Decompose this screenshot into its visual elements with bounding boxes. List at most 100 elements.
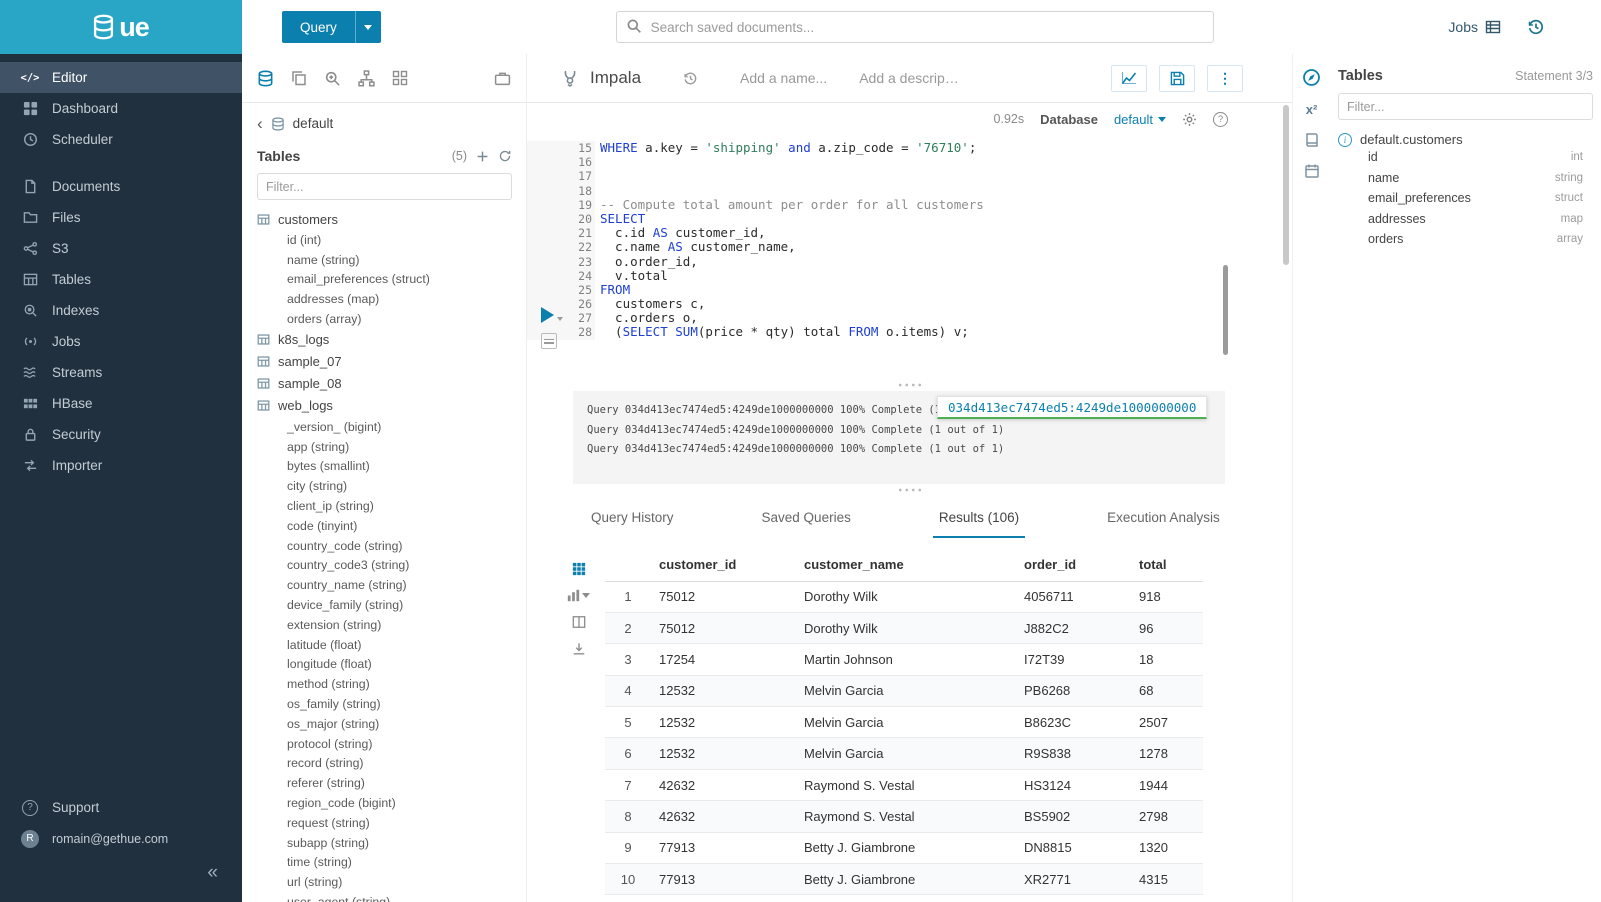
sidebar-item-dashboard[interactable]: Dashboard [0, 93, 242, 124]
column-item[interactable]: extension (string) [257, 615, 512, 635]
tab-saved-queries[interactable]: Saved Queries [756, 510, 857, 538]
column-item[interactable]: _version_ (bigint) [257, 417, 512, 437]
column-item[interactable]: orders array [1338, 229, 1593, 250]
sidebar-item-scheduler[interactable]: Scheduler [0, 124, 242, 155]
table-row[interactable]: 9 77913 Betty J. Giambrone DN8815 1320 [605, 833, 1203, 864]
jobs-link[interactable]: Jobs [1448, 19, 1501, 35]
sidebar-item-jobs[interactable]: Jobs [0, 326, 242, 357]
table-item-sample-07[interactable]: sample_07 [257, 351, 512, 373]
help-icon[interactable]: ? [1213, 112, 1228, 127]
column-item[interactable]: region_code (bigint) [257, 793, 512, 813]
tab-results[interactable]: Results (106) [933, 510, 1025, 538]
resize-handle[interactable] [527, 484, 1292, 496]
add-table-icon[interactable] [476, 150, 489, 163]
query-description-placeholder[interactable]: Add a descriptio... [859, 70, 959, 86]
table-row[interactable]: 4 12532 Melvin Garcia PB6268 68 [605, 676, 1203, 707]
calendar-icon[interactable] [1304, 163, 1320, 179]
collapse-sidebar-icon[interactable]: « [207, 862, 218, 884]
column-item[interactable]: time (string) [257, 853, 512, 873]
hue-logo[interactable]: ue [0, 0, 242, 54]
databases-source-icon[interactable] [257, 70, 274, 87]
column-item[interactable]: name (string) [257, 250, 512, 270]
column-header[interactable]: order_id [1016, 557, 1131, 572]
apps-grid-icon[interactable] [392, 70, 408, 86]
sidebar-item-security[interactable]: Security [0, 419, 242, 450]
column-item[interactable]: id int [1338, 147, 1593, 168]
column-header[interactable]: customer_id [651, 557, 796, 572]
query-name-placeholder[interactable]: Add a name... [740, 70, 827, 86]
sidebar-item-s3[interactable]: S3 [0, 233, 242, 264]
right-tables-filter-input[interactable] [1338, 93, 1593, 120]
column-item[interactable]: user_agent (string) [257, 892, 512, 902]
settings-gear-icon[interactable] [1182, 112, 1197, 127]
briefcase-icon[interactable] [494, 70, 511, 87]
column-item[interactable]: longitude (float) [257, 655, 512, 675]
code-editor[interactable]: 15 WHERE a.key = 'shipping' and a.zip_co… [527, 141, 1292, 340]
query-dropdown-toggle[interactable] [355, 11, 381, 43]
table-row[interactable]: 5 12532 Melvin Garcia B8623C 2507 [605, 707, 1203, 738]
user-account[interactable]: R romain@gethue.com [0, 823, 242, 854]
column-item[interactable]: url (string) [257, 872, 512, 892]
columns-view-icon[interactable] [572, 615, 586, 629]
compass-icon[interactable] [1302, 68, 1321, 87]
table-item-web-logs[interactable]: web_logs [257, 395, 512, 417]
more-actions-button[interactable]: ⋮ [1207, 65, 1243, 92]
column-item[interactable]: record (string) [257, 754, 512, 774]
main-scrollbar[interactable] [1283, 105, 1289, 265]
chart-button[interactable] [1111, 65, 1147, 92]
column-item[interactable]: method (string) [257, 674, 512, 694]
sidebar-item-indexes[interactable]: Indexes [0, 295, 242, 326]
column-item[interactable]: id (int) [257, 230, 512, 250]
column-item[interactable]: orders (array) [257, 309, 512, 329]
column-item[interactable]: email_preferences (struct) [257, 270, 512, 290]
language-reference-book-icon[interactable] [1304, 132, 1320, 148]
table-item-k8s-logs[interactable]: k8s_logs [257, 329, 512, 351]
editor-scrollbar[interactable] [1223, 265, 1228, 355]
sidebar-item-importer[interactable]: Importer [0, 450, 242, 481]
documents-source-icon[interactable] [291, 70, 307, 86]
column-item[interactable]: bytes (smallint) [257, 457, 512, 477]
sidebar-item-files[interactable]: Files [0, 202, 242, 233]
sitemap-icon[interactable] [358, 70, 375, 87]
chart-view-icon[interactable] [567, 589, 590, 602]
column-item[interactable]: name string [1338, 168, 1593, 189]
table-row[interactable]: 7 42632 Raymond S. Vestal HS3124 1944 [605, 770, 1203, 801]
column-header[interactable]: total [1131, 557, 1203, 572]
active-table-row[interactable]: i default.customers [1338, 132, 1593, 147]
column-item[interactable]: country_code3 (string) [257, 556, 512, 576]
table-row[interactable]: 8 42632 Raymond S. Vestal BS5902 2798 [605, 801, 1203, 832]
column-item[interactable]: latitude (float) [257, 635, 512, 655]
tab-execution-analysis[interactable]: Execution Analysis [1101, 510, 1226, 538]
column-item[interactable]: country_name (string) [257, 575, 512, 595]
column-item[interactable]: protocol (string) [257, 734, 512, 754]
database-select[interactable]: default [1114, 112, 1166, 127]
column-item[interactable]: subapp (string) [257, 833, 512, 853]
column-item[interactable]: addresses map [1338, 209, 1593, 230]
column-header[interactable]: customer_name [796, 557, 1016, 572]
search-zoom-icon[interactable] [324, 70, 341, 87]
table-row[interactable]: 3 17254 Martin Johnson I72T39 18 [605, 644, 1203, 675]
snippet-history-icon[interactable] [683, 71, 698, 86]
column-item[interactable]: referer (string) [257, 773, 512, 793]
table-row[interactable]: 10 77913 Betty J. Giambrone XR2771 4315 [605, 864, 1203, 895]
column-item[interactable]: client_ip (string) [257, 496, 512, 516]
column-item[interactable]: city (string) [257, 476, 512, 496]
table-row[interactable]: 6 12532 Melvin Garcia R9S838 1278 [605, 738, 1203, 769]
column-item[interactable]: os_family (string) [257, 694, 512, 714]
query-history-icon[interactable] [1527, 18, 1545, 36]
search-input[interactable] [616, 11, 1214, 43]
table-item-customers[interactable]: customers [257, 208, 512, 230]
execute-button[interactable] [541, 307, 567, 323]
column-item[interactable]: device_family (string) [257, 595, 512, 615]
new-query-button[interactable]: Query [282, 11, 381, 43]
table-item-sample-08[interactable]: sample_08 [257, 373, 512, 395]
back-chevron-icon[interactable]: ‹ [257, 115, 263, 132]
column-item[interactable]: addresses (map) [257, 289, 512, 309]
support-link[interactable]: ? Support [0, 792, 242, 823]
sidebar-item-documents[interactable]: Documents [0, 171, 242, 202]
query-id-tooltip[interactable]: 034d413ec7474ed5:4249de1000000000 [937, 396, 1207, 419]
column-item[interactable]: code (tinyint) [257, 516, 512, 536]
column-item[interactable]: app (string) [257, 437, 512, 457]
resize-handle[interactable] [527, 379, 1292, 391]
sidebar-item-streams[interactable]: Streams [0, 357, 242, 388]
